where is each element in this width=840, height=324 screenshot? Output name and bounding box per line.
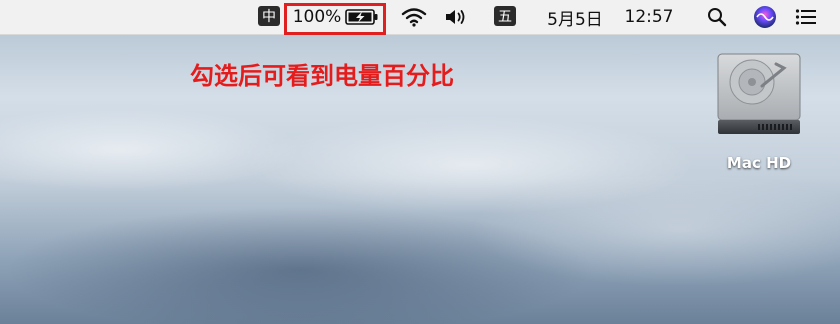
wubi-input-indicator[interactable]: 五 <box>494 6 516 26</box>
wubi-input-label: 五 <box>498 9 512 25</box>
menu-date[interactable]: 5月5日 <box>540 0 610 34</box>
spotlight-search-icon[interactable] <box>704 0 730 34</box>
input-method-label: 中 <box>262 9 276 25</box>
siri-icon[interactable] <box>752 0 778 34</box>
date-label: 5月5日 <box>547 9 603 30</box>
time-label: 12:57 <box>624 7 674 27</box>
wifi-icon[interactable] <box>398 0 430 34</box>
menu-bar: 中 100% 五 5月5日 12:57 <box>0 0 840 35</box>
input-method-indicator[interactable]: 中 <box>258 6 280 26</box>
menu-time[interactable]: 12:57 <box>620 0 678 34</box>
volume-icon[interactable] <box>442 0 472 34</box>
hard-drive-label: Mac HD <box>726 154 792 172</box>
notification-center-icon[interactable] <box>792 0 820 34</box>
battery-highlight-box <box>284 3 386 35</box>
hard-drive-icon[interactable] <box>714 50 804 140</box>
annotation-text: 勾选后可看到电量百分比 <box>190 62 454 90</box>
